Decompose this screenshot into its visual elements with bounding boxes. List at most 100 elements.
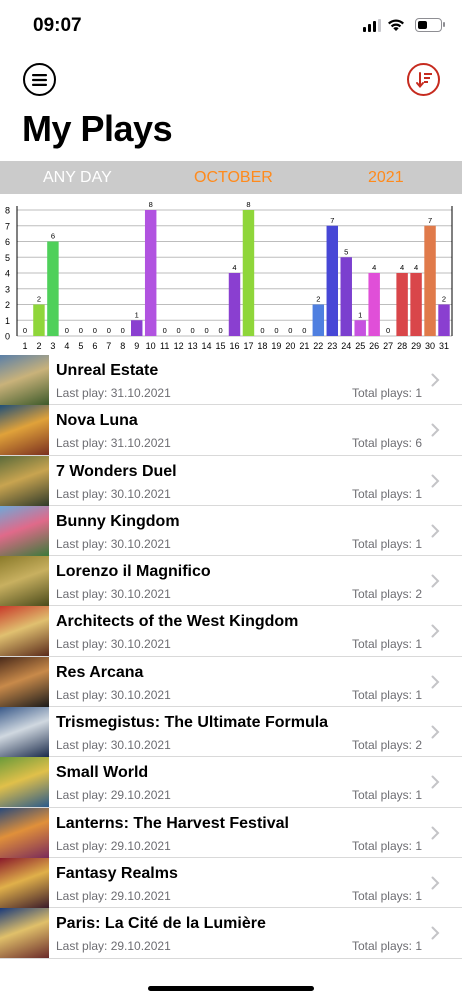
- chart-bar-day-22[interactable]: [312, 304, 325, 337]
- game-name: Lanterns: The Harvest Festival: [56, 814, 289, 832]
- chart-bar-day-17[interactable]: [242, 210, 255, 336]
- chart-x-tick-label: 16: [229, 341, 239, 351]
- chart-bar-day-29[interactable]: [410, 273, 422, 336]
- chart-value-label: 2: [37, 295, 41, 304]
- chart-x-tick-label: 17: [243, 341, 253, 351]
- chart-bar-day-25[interactable]: [354, 320, 366, 336]
- game-name: Bunny Kingdom: [56, 512, 180, 530]
- chart-y-tick-label: 7: [5, 221, 10, 231]
- chart-bar-day-10[interactable]: [144, 210, 157, 336]
- chart-value-label: 8: [246, 200, 250, 209]
- chart-x-tick-label: 15: [216, 341, 226, 351]
- chart-value-label: 0: [23, 326, 27, 335]
- game-cover-image: [0, 505, 49, 556]
- chart-value-label: 0: [177, 326, 181, 335]
- chart-x-tick-label: 19: [271, 341, 281, 351]
- chevron-right-icon: [431, 423, 440, 437]
- game-row[interactable]: Lanterns: The Harvest Festival Last play:…: [0, 807, 462, 858]
- game-last-play: Last play: 30.10.2021: [56, 587, 171, 602]
- sort-button[interactable]: [407, 63, 440, 96]
- game-name: Fantasy Realms: [56, 864, 178, 882]
- battery-icon: [415, 18, 445, 32]
- chart-x-tick-label: 22: [313, 341, 323, 351]
- filter-month[interactable]: OCTOBER: [194, 169, 273, 187]
- game-list: Unreal Estate Last play: 31.10.2021 Total …: [0, 355, 462, 959]
- chart-bar-day-26[interactable]: [368, 273, 380, 336]
- game-last-play: Last play: 31.10.2021: [56, 386, 171, 400]
- chevron-right-icon: [431, 624, 440, 638]
- chevron-right-icon: [431, 826, 440, 840]
- battery-level: [418, 21, 428, 29]
- chart-y-tick-label: 2: [5, 300, 10, 310]
- chart-bar-day-9[interactable]: [130, 320, 143, 336]
- game-row[interactable]: Bunny Kingdom Last play: 30.10.2021 Total …: [0, 505, 462, 557]
- chart-x-tick-label: 18: [257, 341, 267, 351]
- filter-year[interactable]: 2021: [368, 169, 404, 187]
- status-bar: 09:07: [0, 0, 462, 50]
- chart-value-label: 7: [330, 216, 334, 225]
- game-row[interactable]: 7 Wonders Duel Last play: 30.10.2021 Total…: [0, 455, 462, 506]
- game-last-play: Last play: 29.10.2021: [56, 788, 171, 803]
- filter-any-day[interactable]: ANY DAY: [43, 169, 112, 187]
- game-total-plays: Total plays: 6: [351, 436, 422, 451]
- chart-value-label: 0: [93, 326, 97, 335]
- chart-x-tick-label: 25: [355, 341, 365, 351]
- date-filter-bar: ANY DAY OCTOBER 2021: [0, 161, 462, 194]
- game-cover-image: [0, 405, 49, 456]
- chart-x-tick-label: 9: [134, 341, 139, 351]
- chart-bar-day-24[interactable]: [340, 257, 352, 336]
- game-name: Trismegistus: The Ultimate Formula: [56, 714, 329, 732]
- chart-x-tick-label: 14: [202, 341, 212, 351]
- chart-bar-day-23[interactable]: [326, 225, 339, 336]
- chart-bar-day-2[interactable]: [33, 304, 45, 337]
- chevron-right-icon: [431, 775, 440, 789]
- game-row[interactable]: Architects of the West Kingdom Last play:…: [0, 606, 462, 657]
- chart-x-tick-label: 23: [327, 341, 337, 351]
- chart-bar-day-16[interactable]: [228, 273, 241, 336]
- chart-x-tick-label: 24: [341, 341, 351, 351]
- chart-x-tick-label: 13: [188, 341, 198, 351]
- chevron-right-icon: [431, 524, 440, 538]
- plays-per-day-chart: 0 1 2 3 4 5 6 7 8 0 1 2 2 6 3 0 4 0 5 0 6 0 7 0 8 1 9 8 10 0 11 0 12 0 13 0…: [0, 196, 462, 354]
- chart-value-label: 4: [400, 263, 404, 272]
- chevron-right-icon: [431, 574, 440, 588]
- game-cover-image: [0, 908, 49, 959]
- game-row[interactable]: Trismegistus: The Ultimate Formula Last p…: [0, 707, 462, 758]
- game-last-play: Last play: 29.10.2021: [56, 939, 171, 954]
- game-total-plays: Total plays: 1: [351, 386, 422, 400]
- game-total-plays: Total plays: 2: [351, 587, 422, 602]
- chart-x-tick-label: 7: [106, 341, 111, 351]
- game-row[interactable]: Lorenzo il Magnifico Last play: 30.10.202…: [0, 556, 462, 607]
- game-total-plays: Total plays: 1: [351, 536, 422, 551]
- game-row[interactable]: Nova Luna Last play: 31.10.2021 Total play…: [0, 405, 462, 456]
- chart-value-label: 2: [442, 295, 446, 304]
- chart-bar-day-28[interactable]: [396, 273, 408, 336]
- game-row[interactable]: Small World Last play: 29.10.2021 Total pl…: [0, 757, 462, 808]
- game-row[interactable]: Paris: La Cité de la Lumière Last play: 2…: [0, 908, 462, 959]
- game-last-play: Last play: 30.10.2021: [56, 637, 171, 652]
- menu-button[interactable]: [23, 63, 56, 96]
- chart-value-label: 0: [121, 326, 125, 335]
- chart-y-tick-label: 8: [5, 206, 10, 216]
- chart-bar-day-31[interactable]: [438, 304, 450, 337]
- chart-bar-day-30[interactable]: [424, 225, 436, 336]
- chart-value-label: 4: [414, 263, 418, 272]
- game-last-play: Last play: 30.10.2021: [56, 687, 171, 702]
- game-row[interactable]: Unreal Estate Last play: 31.10.2021 Total …: [0, 355, 462, 406]
- cellular-signal-icon: [363, 18, 381, 32]
- chart-value-label: 0: [260, 326, 264, 335]
- chart-x-tick-label: 4: [64, 341, 69, 351]
- chart-value-label: 0: [302, 326, 306, 335]
- game-total-plays: Total plays: 2: [351, 738, 422, 753]
- game-cover-image: [0, 656, 49, 707]
- chart-bar-day-3[interactable]: [47, 241, 59, 337]
- game-last-play: Last play: 30.10.2021: [56, 536, 171, 551]
- chart-y-tick-label: 0: [5, 332, 10, 342]
- game-total-plays: Total plays: 1: [351, 788, 422, 803]
- game-row[interactable]: Fantasy Realms Last play: 29.10.2021 Total…: [0, 857, 462, 909]
- game-last-play: Last play: 29.10.2021: [56, 888, 171, 903]
- game-cover-image: [0, 355, 49, 405]
- game-cover-image: [0, 807, 49, 858]
- chart-value-label: 0: [65, 326, 69, 335]
- game-row[interactable]: Res Arcana Last play: 30.10.2021 Total pla…: [0, 656, 462, 708]
